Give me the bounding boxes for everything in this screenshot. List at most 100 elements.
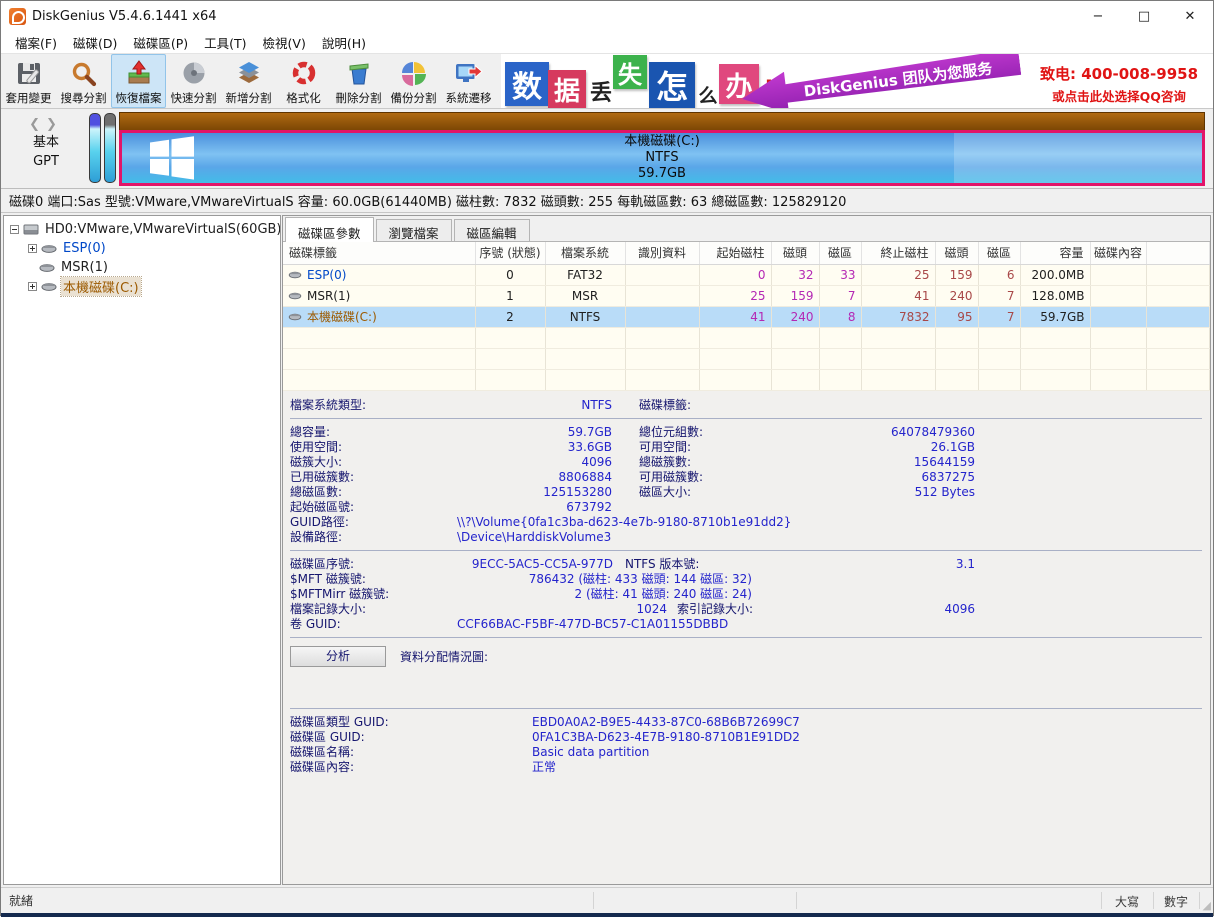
detail-value bbox=[794, 500, 975, 515]
tab-partition-parameters[interactable]: 磁碟區參數 bbox=[285, 217, 374, 242]
table-row-esp[interactable]: ESP(0) 0 FAT32 0 32 33 25 159 6 200.0MB bbox=[283, 264, 1210, 285]
partition-size: 59.7GB bbox=[624, 166, 700, 182]
table-row-local-disk-c[interactable]: 本機磁碟(C:) 2 NTFS 41 240 8 7832 95 7 59.7G… bbox=[283, 306, 1210, 327]
format-button[interactable]: 格式化 bbox=[276, 54, 331, 108]
disk-header-band[interactable] bbox=[119, 112, 1205, 130]
new-partition-button[interactable]: 新增分割 bbox=[221, 54, 276, 108]
recover-files-button[interactable]: 恢復檔案 bbox=[111, 54, 166, 108]
detail-label: 卷 GUID: bbox=[290, 617, 457, 632]
col-header[interactable]: 檔案系統 bbox=[545, 242, 625, 264]
col-header[interactable]: 磁頭 bbox=[935, 242, 978, 264]
menu-view[interactable]: 檢視(V) bbox=[255, 31, 314, 54]
prev-disk-arrow[interactable]: ❮ bbox=[29, 117, 46, 132]
title-bar: DiskGenius V5.4.6.1441 x64 − □ ✕ bbox=[1, 1, 1213, 31]
col-header[interactable]: 識別資料 bbox=[625, 242, 699, 264]
toolbar-button-label: 新增分割 bbox=[226, 90, 272, 106]
cell-start-cyl: 25 bbox=[699, 285, 771, 306]
partition-block-c[interactable]: 本機磁碟(C:) NTFS 59.7GB bbox=[119, 130, 1205, 186]
cell-content bbox=[1090, 285, 1146, 306]
col-header[interactable]: 序號 (狀態) bbox=[475, 242, 545, 264]
disk-cylinder-indicator[interactable] bbox=[89, 113, 101, 183]
table-row-empty bbox=[283, 369, 1210, 390]
tree-item-msr[interactable]: MSR(1) bbox=[4, 258, 280, 277]
expand-icon[interactable] bbox=[28, 282, 37, 291]
disk-type-label: 基本 bbox=[15, 135, 77, 151]
detail-value: 15644159 bbox=[794, 455, 975, 470]
cell-start-head: 32 bbox=[771, 264, 819, 285]
analyze-button[interactable]: 分析 bbox=[290, 646, 386, 667]
volume-guid-value: CCF66BAC-F5BF-477D-BC57-C1A01155DBBD bbox=[457, 617, 1202, 632]
partition-icon bbox=[41, 281, 57, 293]
detail-label: 使用空間: bbox=[290, 440, 450, 455]
detail-value: 8806884 bbox=[450, 470, 612, 485]
col-header[interactable]: 終止磁柱 bbox=[861, 242, 935, 264]
detail-label: 磁簇大小: bbox=[290, 455, 450, 470]
delete-partition-button[interactable]: 刪除分割 bbox=[331, 54, 386, 108]
apply-changes-button[interactable]: 套用變更 bbox=[1, 54, 56, 108]
ad-qq-link[interactable]: 或点击此处选择QQ咨询 bbox=[1029, 86, 1209, 105]
menu-tools[interactable]: 工具(T) bbox=[196, 31, 254, 54]
table-row-msr[interactable]: MSR(1) 1 MSR 25 159 7 41 240 7 128.0MB bbox=[283, 285, 1210, 306]
detail-label: 總磁區數: bbox=[290, 485, 450, 500]
partition-icon bbox=[39, 262, 55, 274]
tree-item-local-disk-c[interactable]: 本機磁碟(C:) bbox=[4, 277, 280, 296]
ad-banner[interactable]: 数 据 丢 失 怎 么 办 ! DiskGenius 团队为您服务 致电: 40… bbox=[501, 54, 1213, 108]
next-disk-arrow[interactable]: ❯ bbox=[46, 117, 63, 132]
collapse-icon[interactable] bbox=[10, 225, 19, 234]
cell-label: MSR(1) bbox=[283, 285, 475, 306]
cell-serial: 0 bbox=[475, 264, 545, 285]
num-lock-indicator: 數字 bbox=[1164, 893, 1188, 910]
col-header[interactable]: 磁區 bbox=[978, 242, 1020, 264]
ad-tile: 么 bbox=[697, 82, 719, 106]
cell-serial: 2 bbox=[475, 306, 545, 327]
tab-sector-edit[interactable]: 磁區編輯 bbox=[454, 219, 530, 241]
col-header[interactable]: 磁碟內容 bbox=[1090, 242, 1146, 264]
expand-icon[interactable] bbox=[28, 244, 37, 253]
minimize-button[interactable]: − bbox=[1075, 1, 1121, 31]
detail-label: NTFS 版本號: bbox=[625, 557, 775, 572]
quick-partition-button[interactable]: 快速分割 bbox=[166, 54, 221, 108]
cell-id bbox=[625, 264, 699, 285]
detail-value: 33.6GB bbox=[450, 440, 612, 455]
menu-help[interactable]: 說明(H) bbox=[314, 31, 374, 54]
tree-item-esp[interactable]: ESP(0) bbox=[4, 239, 280, 258]
ad-tile: 失 bbox=[613, 55, 647, 89]
detail-label: 設備路徑: bbox=[290, 530, 457, 545]
detail-label: 磁碟區類型 GUID: bbox=[290, 715, 532, 730]
col-header[interactable]: 磁碟標籤 bbox=[283, 242, 475, 264]
statusbar-divider bbox=[1153, 892, 1154, 909]
backup-partition-button[interactable]: 備份分割 bbox=[386, 54, 441, 108]
maximize-button[interactable]: □ bbox=[1121, 1, 1167, 31]
menu-partition[interactable]: 磁碟區(P) bbox=[125, 31, 196, 54]
detail-label: 檔案記錄大小: bbox=[290, 602, 450, 617]
guid-path-value: \\?\Volume{0fa1c3ba-d623-4e7b-9180-8710b… bbox=[457, 515, 1202, 530]
tree-item-hd0[interactable]: HD0:VMware,VMwareVirtualS(60GB) bbox=[4, 220, 280, 239]
col-header[interactable]: 容量 bbox=[1020, 242, 1090, 264]
partition-icon bbox=[41, 243, 57, 255]
search-partition-button[interactable]: 搜尋分割 bbox=[56, 54, 111, 108]
menu-file[interactable]: 檔案(F) bbox=[7, 31, 65, 54]
cell-id bbox=[625, 285, 699, 306]
close-button[interactable]: ✕ bbox=[1167, 1, 1213, 31]
system-migrate-icon bbox=[454, 59, 484, 89]
toolbar-button-label: 備份分割 bbox=[391, 90, 437, 106]
ad-tile: 据 bbox=[548, 70, 586, 108]
statusbar-divider bbox=[1199, 892, 1200, 909]
tab-browse-files[interactable]: 瀏覽檔案 bbox=[376, 219, 452, 241]
col-header[interactable]: 磁區 bbox=[819, 242, 861, 264]
toolbar-button-label: 恢復檔案 bbox=[116, 90, 162, 106]
cell-label: 本機磁碟(C:) bbox=[283, 306, 475, 327]
cell-end-head: 95 bbox=[935, 306, 978, 327]
col-header[interactable]: 起始磁柱 bbox=[699, 242, 771, 264]
cell-end-cyl: 7832 bbox=[861, 306, 935, 327]
detail-value: 1024 bbox=[450, 602, 667, 617]
resize-grip[interactable]: ◢ bbox=[1203, 899, 1211, 912]
cell-end-sec: 7 bbox=[978, 306, 1020, 327]
col-header[interactable]: 磁頭 bbox=[771, 242, 819, 264]
disk-scheme-label: GPT bbox=[15, 154, 77, 170]
menu-disk[interactable]: 磁碟(D) bbox=[65, 31, 125, 54]
disk-cylinder-indicator[interactable] bbox=[104, 113, 116, 183]
system-migrate-button[interactable]: 系統遷移 bbox=[441, 54, 496, 108]
cell-start-head: 240 bbox=[771, 306, 819, 327]
detail-value: 125153280 bbox=[450, 485, 612, 500]
